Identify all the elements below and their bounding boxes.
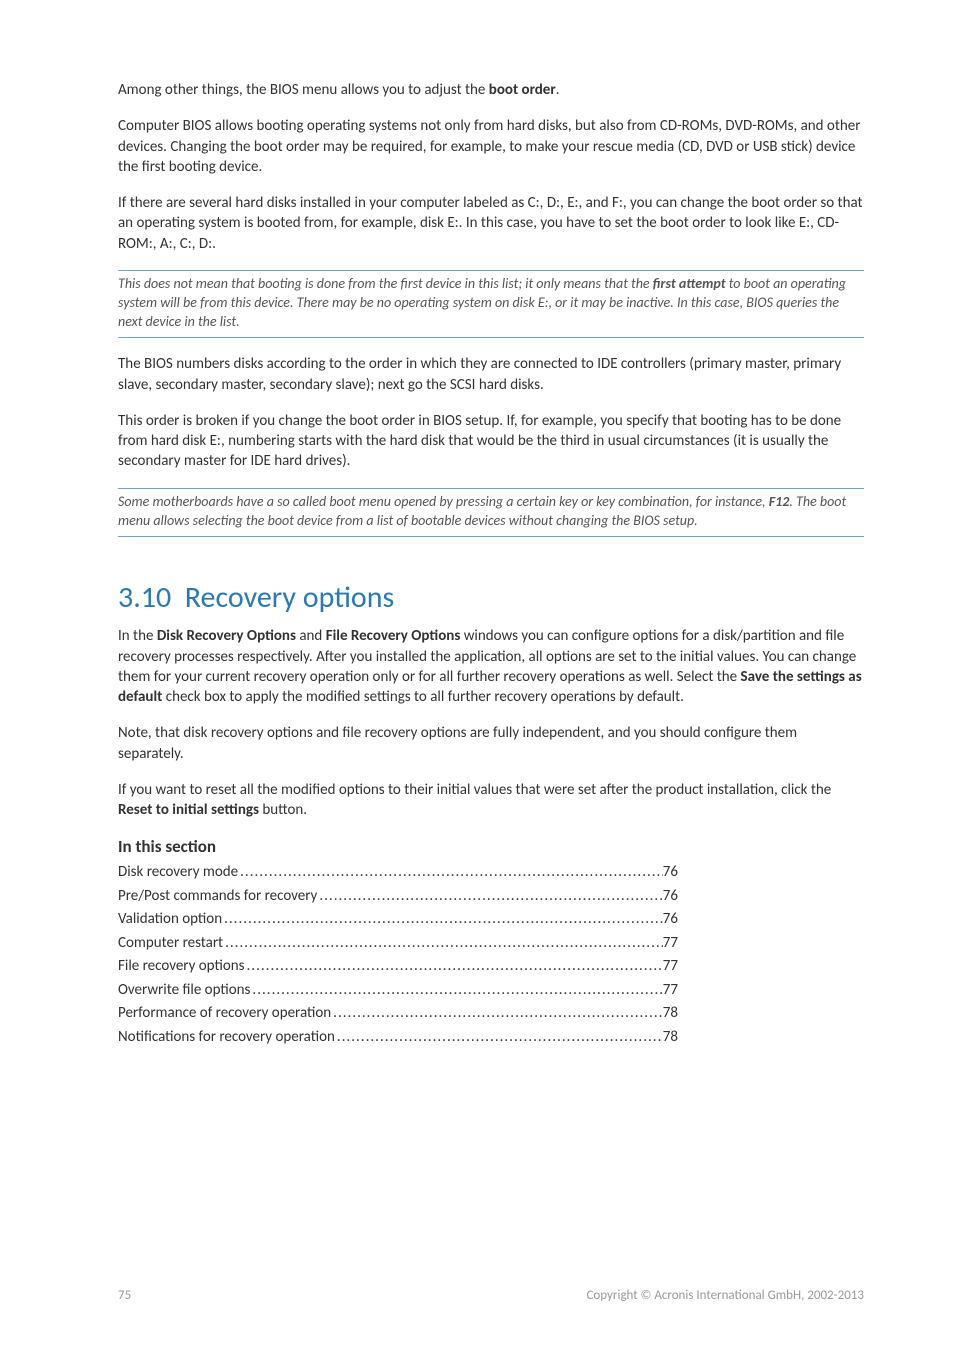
page-number: 75 [118, 1288, 131, 1303]
text: button. [259, 801, 307, 819]
toc-row[interactable]: Computer restart 77 [118, 932, 678, 955]
toc-label: Pre/Post commands for recovery [118, 885, 317, 908]
toc-label: Disk recovery mode [118, 861, 238, 884]
toc-page: 77 [663, 932, 678, 955]
bold-text: Disk Recovery Options [157, 627, 296, 645]
toc-label: Computer restart [118, 932, 223, 955]
toc-heading: In this section [118, 836, 864, 857]
paragraph: Note, that disk recovery options and fil… [118, 723, 864, 764]
text: This does not mean that booting is done … [118, 275, 653, 292]
paragraph: Among other things, the BIOS menu allows… [118, 80, 864, 100]
toc-page: 78 [663, 1002, 678, 1025]
paragraph: If there are several hard disks installe… [118, 193, 864, 254]
toc-page: 76 [663, 861, 678, 884]
toc-dots [222, 908, 663, 931]
text: check box to apply the modified settings… [162, 688, 684, 706]
toc-dots [245, 955, 663, 978]
toc-row[interactable]: Notifications for recovery operation 78 [118, 1026, 678, 1049]
italic-note: Some motherboards have a so called boot … [118, 488, 864, 538]
bold-text: File Recovery Options [326, 627, 461, 645]
toc-page: 77 [663, 979, 678, 1002]
section-number: 3.10 [118, 579, 171, 616]
toc: Disk recovery mode 76 Pre/Post commands … [118, 861, 864, 1048]
toc-dots [238, 861, 663, 884]
paragraph: If you want to reset all the modified op… [118, 780, 864, 821]
toc-page: 78 [663, 1026, 678, 1049]
toc-dots [317, 885, 662, 908]
paragraph: Computer BIOS allows booting operating s… [118, 116, 864, 177]
note-box: Some motherboards have a so called boot … [118, 488, 864, 538]
toc-label: Notifications for recovery operation [118, 1026, 335, 1049]
toc-label: Performance of recovery operation [118, 1002, 331, 1025]
toc-row[interactable]: Pre/Post commands for recovery 76 [118, 885, 678, 908]
bold-text: first attempt [653, 275, 726, 292]
note-box: This does not mean that booting is done … [118, 270, 864, 339]
footer: 75 Copyright © Acronis International Gmb… [118, 1288, 864, 1303]
toc-row[interactable]: Validation option 76 [118, 908, 678, 931]
section-heading: 3.10 Recovery options [118, 579, 864, 616]
bold-text: boot order [489, 81, 556, 99]
toc-row[interactable]: Disk recovery mode 76 [118, 861, 678, 884]
toc-row[interactable]: Overwrite file options 77 [118, 979, 678, 1002]
toc-page: 77 [663, 955, 678, 978]
toc-label: Overwrite file options [118, 979, 250, 1002]
italic-note: This does not mean that booting is done … [118, 270, 864, 339]
text: Some motherboards have a so called boot … [118, 493, 769, 510]
copyright: Copyright © Acronis International GmbH, … [586, 1288, 864, 1303]
toc-label: Validation option [118, 908, 222, 931]
toc-dots [250, 979, 662, 1002]
text: . [556, 81, 560, 99]
paragraph: The BIOS numbers disks according to the … [118, 354, 864, 395]
section-title: Recovery options [185, 579, 394, 616]
text: In the [118, 627, 157, 645]
paragraph: This order is broken if you change the b… [118, 411, 864, 472]
toc-dots [331, 1002, 663, 1025]
text: and [296, 627, 326, 645]
text: Among other things, the BIOS menu allows… [118, 81, 489, 99]
text: If you want to reset all the modified op… [118, 781, 831, 799]
paragraph: In the Disk Recovery Options and File Re… [118, 626, 864, 707]
toc-dots [335, 1026, 663, 1049]
bold-text: Reset to initial settings [118, 801, 259, 819]
toc-row[interactable]: File recovery options 77 [118, 955, 678, 978]
bold-text: F12 [769, 493, 790, 510]
toc-label: File recovery options [118, 955, 245, 978]
toc-row[interactable]: Performance of recovery operation 78 [118, 1002, 678, 1025]
toc-dots [223, 932, 663, 955]
toc-page: 76 [663, 885, 678, 908]
toc-page: 76 [663, 908, 678, 931]
